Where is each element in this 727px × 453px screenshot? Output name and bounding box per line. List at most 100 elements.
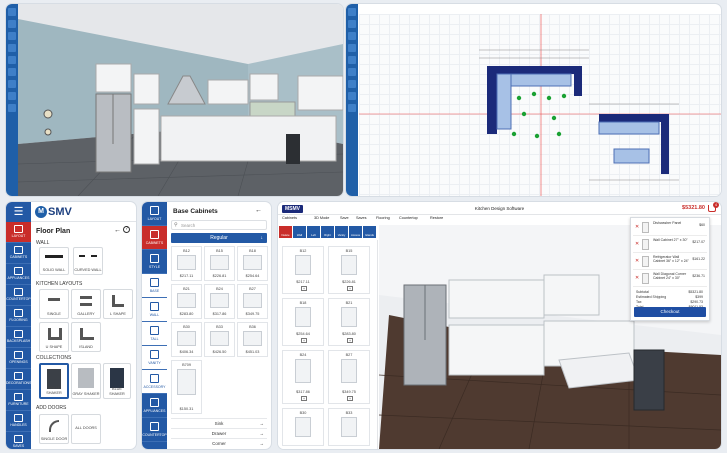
layout-gallery-card[interactable]: GALLERY [71, 289, 101, 319]
nav-decorations[interactable]: DECORATIONS [6, 369, 31, 390]
product-card-b21[interactable]: B21 $283.80 [171, 284, 202, 319]
menu-cabinets[interactable]: Cabinets [282, 216, 297, 220]
product-card-b30[interactable]: B30 $406.34 [171, 322, 202, 357]
layout-l-shape-card[interactable]: L SHAPE [103, 289, 133, 319]
layout-single-card[interactable]: SINGLE [39, 289, 69, 319]
tool-access[interactable]: Access [349, 226, 362, 238]
product-card-b15[interactable]: B15 $226.81 [204, 246, 235, 281]
nav-backsplash[interactable]: BACKSPLASH [6, 327, 31, 348]
category-sink[interactable]: Sink → [171, 418, 267, 427]
menu-restore[interactable]: Restore [430, 216, 443, 220]
nav-accessory[interactable]: ACCESSORY [142, 370, 167, 394]
layout-u-shape-card[interactable]: U SHAPE [39, 322, 69, 352]
nav-furniture[interactable]: FURNITURE [6, 390, 31, 411]
menu-saves[interactable]: Saves [356, 216, 367, 220]
toolbar-icon[interactable] [348, 104, 356, 112]
product-card-b33[interactable]: B33 [328, 408, 370, 446]
remove-item-icon[interactable]: ✕ [635, 224, 639, 230]
product-card-b36[interactable]: B36 $451.03 [237, 322, 268, 357]
collection-white-shaker-card[interactable]: WHITE SHAKER [39, 363, 69, 399]
tool-delete[interactable]: Delete [279, 226, 292, 238]
remove-item-icon[interactable]: ✕ [635, 241, 639, 247]
category-drawer[interactable]: Drawer → [171, 428, 267, 437]
product-card-b15[interactable]: B15 $226.81 + [328, 246, 370, 294]
toolbar-icon[interactable] [8, 32, 16, 40]
toolbar-icon[interactable] [8, 20, 16, 28]
nav-tall[interactable]: TALL [142, 322, 167, 346]
filter-dropdown[interactable]: Regular ↓ [171, 233, 267, 243]
tool-wall[interactable]: Wall [293, 226, 306, 238]
toolbar-icon[interactable] [348, 8, 356, 16]
product-card-b33[interactable]: B33 $426.50 [204, 322, 235, 357]
product-card-b709[interactable]: B709 $150.31 [171, 360, 202, 414]
remove-item-icon[interactable]: ✕ [635, 258, 639, 264]
nav-appliances[interactable]: APPLIANCES [6, 264, 31, 285]
nav-layout[interactable]: LAYOUT [6, 222, 31, 243]
menu-save[interactable]: Save [340, 216, 349, 220]
product-card-b24[interactable]: B24 $317.86 + [282, 350, 324, 404]
tool-left[interactable]: Left [307, 226, 320, 238]
product-card-b18[interactable]: B18 $254.64 + [282, 298, 324, 346]
tool-right[interactable]: Right [321, 226, 334, 238]
add-button[interactable]: + [347, 338, 353, 343]
back-arrow-icon[interactable]: ← [114, 227, 121, 234]
toolbar-icon[interactable] [8, 104, 16, 112]
search-input[interactable]: ⚲ Search [171, 220, 267, 230]
product-card-b27[interactable]: B27 $349.75 [237, 284, 268, 319]
nav-handles[interactable]: HANDLES [6, 411, 31, 432]
remove-item-icon[interactable]: ✕ [635, 275, 639, 281]
help-icon[interactable]: ? [123, 226, 130, 233]
toolbar-icon[interactable] [8, 80, 16, 88]
toolbar-icon[interactable] [348, 32, 356, 40]
nav-flooring[interactable]: FLOORING [6, 306, 31, 327]
toolbar-icon[interactable] [348, 80, 356, 88]
product-card-b21[interactable]: B21 $283.80 + [328, 298, 370, 346]
toolbar-icon[interactable] [8, 8, 16, 16]
curved-wall-card[interactable]: CURVED WALL [73, 247, 103, 275]
toolbar-icon[interactable] [8, 68, 16, 76]
nav-wall[interactable]: WALL [142, 298, 167, 322]
toolbar-icon[interactable] [348, 20, 356, 28]
toolbar-icon[interactable] [8, 92, 16, 100]
tool-vanity[interactable]: Vanity [335, 226, 348, 238]
hamburger-icon[interactable]: ☰ [6, 202, 31, 222]
product-card-b12[interactable]: B12 $217.11 [171, 246, 202, 281]
nav-base[interactable]: BASE [142, 274, 167, 298]
all-doors-card[interactable]: ALL DOORS [71, 414, 101, 444]
menu-flooring[interactable]: Flooring [376, 216, 390, 220]
add-button[interactable]: + [301, 286, 307, 291]
product-card-b30[interactable]: B30 [282, 408, 324, 446]
add-button[interactable]: + [301, 396, 307, 401]
nav-appliances[interactable]: APPLIANCES [142, 394, 167, 418]
toolbar-icon[interactable] [8, 44, 16, 52]
nav-saves[interactable]: SAVES [6, 432, 31, 449]
nav-cabinets[interactable]: CABINETS [142, 226, 167, 250]
menu-3d-mode[interactable]: 3D Mode [314, 216, 329, 220]
product-card-b18[interactable]: B18 $254.64 [237, 246, 268, 281]
menu-countertop[interactable]: Countertop [399, 216, 418, 220]
nav-openings[interactable]: OPENINGS [6, 348, 31, 369]
kitchen-3d-render[interactable] [18, 4, 343, 196]
toolbar-icon[interactable] [8, 56, 16, 64]
product-card-b12[interactable]: B12 $217.11 + [282, 246, 324, 294]
nav-vanity[interactable]: VANITY [142, 346, 167, 370]
add-button[interactable]: + [347, 286, 353, 291]
single-door-card[interactable]: SINGLE DOOR [39, 414, 69, 444]
nav-countertop[interactable]: COUNTERTOP [6, 285, 31, 306]
nav-cabinets[interactable]: CABINETS [6, 243, 31, 264]
add-button[interactable]: + [347, 396, 353, 401]
tool-islands[interactable]: Islands [363, 226, 376, 238]
toolbar-icon[interactable] [348, 44, 356, 52]
collection-gray-shaker-card[interactable]: GRAY SHAKER [71, 363, 101, 399]
category-corner[interactable]: Corner → [171, 438, 267, 447]
solid-wall-card[interactable]: SOLID WALL [39, 247, 69, 275]
product-card-b24[interactable]: B24 $317.86 [204, 284, 235, 319]
collection-blue-shaker-card[interactable]: BLUE SHAKER [103, 363, 131, 399]
checkout-button[interactable]: Checkout [634, 307, 706, 317]
layout-island-card[interactable]: ISLAND [71, 322, 101, 352]
nav-style[interactable]: STYLE [142, 250, 167, 274]
add-button[interactable]: + [301, 338, 307, 343]
back-arrow-icon[interactable]: ← [255, 207, 262, 214]
nav-countertop[interactable]: COUNTERTOP [142, 418, 167, 442]
toolbar-icon[interactable] [348, 68, 356, 76]
